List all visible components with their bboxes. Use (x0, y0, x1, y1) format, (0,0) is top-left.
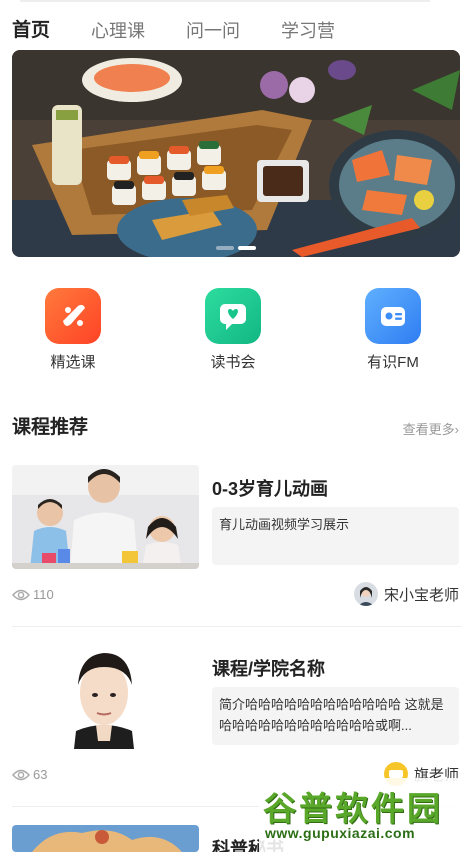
course-thumbnail (12, 465, 199, 569)
top-divider (20, 0, 430, 2)
eye-icon (12, 589, 30, 600)
course-description: 简介哈哈哈哈哈哈哈哈哈哈哈哈 这就是哈哈哈哈哈哈哈哈哈哈哈哈或啊... (212, 687, 459, 745)
chat-heart-icon (205, 288, 261, 344)
banner-carousel[interactable] (12, 50, 460, 257)
course-thumbnail (12, 825, 199, 852)
entry-featured-course[interactable]: 精选课 (28, 288, 118, 372)
banner-image (12, 50, 460, 257)
entry-label: 精选课 (50, 354, 96, 371)
teacher-name: 宋小宝老师 (383, 586, 459, 604)
teacher-info[interactable]: 宋小宝老师 (353, 582, 459, 606)
carousel-indicator (12, 246, 460, 250)
course-title: 课程/学院名称 (212, 659, 326, 679)
view-more-link[interactable]: 查看更多› (403, 419, 459, 438)
entry-fm[interactable]: 有识FM (348, 288, 438, 372)
tab-study-camp[interactable]: 学习营 (281, 19, 335, 43)
course-icon (45, 288, 101, 344)
entry-label: 读书会 (210, 354, 256, 371)
course-description: 育儿动画视频学习展示 (212, 507, 459, 565)
tab-home[interactable]: 首页 (10, 19, 50, 43)
carousel-dot[interactable] (216, 246, 234, 250)
watermark-title: 谷普软件园 (263, 790, 443, 827)
course-title: 0-3岁育儿动画 (212, 479, 329, 499)
top-tab-bar: 首页 心理课 问一问 学习营 (10, 13, 376, 43)
site-watermark: 谷普软件园 www.gupuxiazai.com (259, 778, 473, 852)
quick-entry-grid: 精选课 读书会 有识FM (0, 288, 473, 378)
tab-ask[interactable]: 问一问 (186, 19, 240, 43)
watermark-url: www.gupuxiazai.com (265, 825, 416, 841)
course-thumbnail (12, 645, 199, 749)
divider (12, 626, 461, 627)
entry-book-club[interactable]: 读书会 (188, 288, 278, 372)
avatar (353, 582, 378, 606)
carousel-dot-active[interactable] (238, 246, 256, 250)
entry-label: 有识FM (367, 354, 419, 371)
view-count: 110 (12, 587, 54, 602)
section-title: 课程推荐 (12, 406, 99, 439)
view-count: 63 (12, 767, 47, 782)
radio-icon (365, 288, 421, 344)
eye-icon (12, 769, 30, 780)
tab-psychology[interactable]: 心理课 (91, 19, 145, 43)
